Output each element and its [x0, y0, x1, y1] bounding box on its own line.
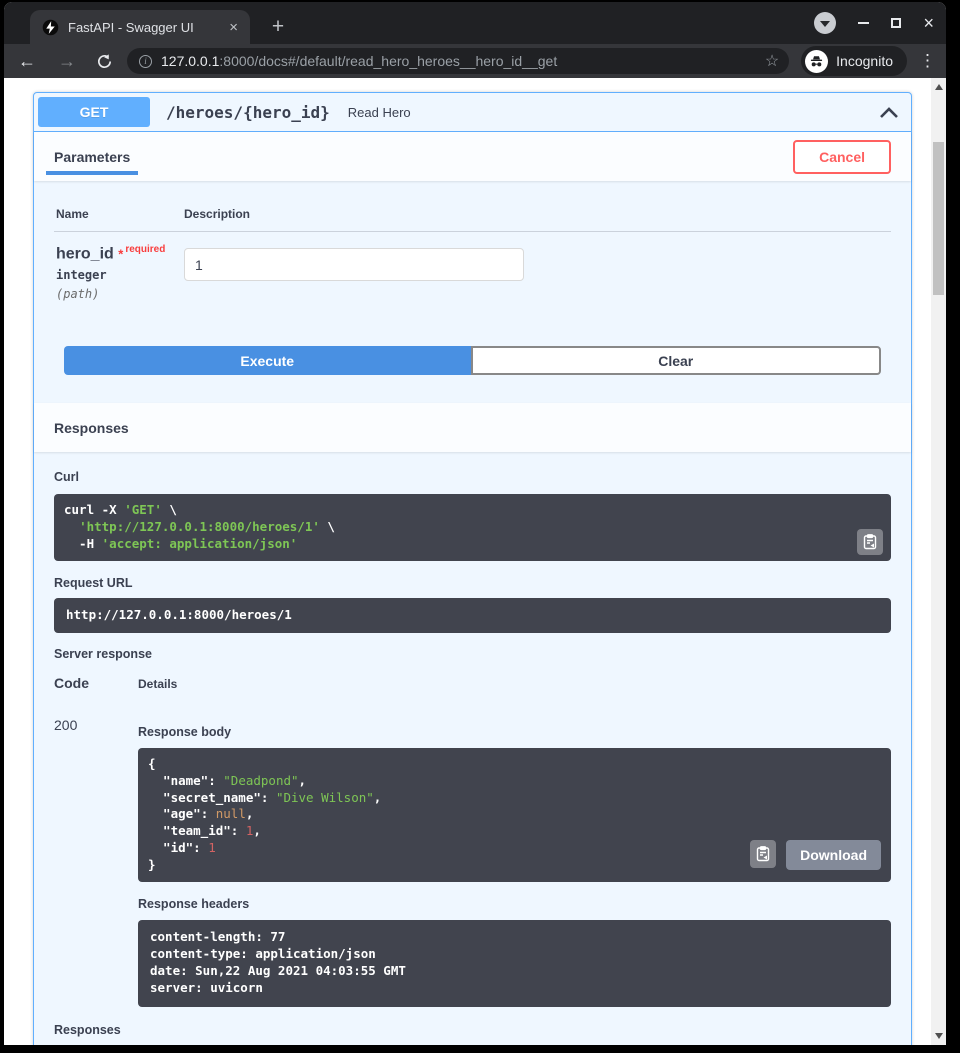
code-header: Code	[54, 675, 138, 691]
parameters-body: Name Description hero_id *required integ…	[34, 181, 911, 403]
minimize-button[interactable]	[858, 22, 869, 24]
parameters-column-headers: Name Description	[54, 201, 891, 232]
browser-status-badge-icon[interactable]	[814, 12, 836, 34]
parameter-type: integer	[56, 268, 184, 282]
curl-command: curl -X 'GET' \ 'http://127.0.0.1:8000/h…	[54, 494, 891, 561]
new-tab-button[interactable]: +	[266, 15, 290, 39]
hero-id-input[interactable]	[184, 248, 524, 281]
active-tab-indicator	[46, 171, 138, 175]
url-host: 127.0.0.1	[161, 53, 219, 69]
parameter-row: hero_id *required integer (path)	[54, 232, 891, 301]
execute-button[interactable]: Execute	[64, 346, 471, 375]
site-info-icon[interactable]: i	[139, 55, 152, 68]
incognito-icon	[805, 50, 828, 73]
parameter-location: (path)	[56, 287, 184, 301]
scroll-down-arrow-icon[interactable]	[935, 1033, 943, 1039]
parameter-value-cell	[184, 244, 524, 301]
operation-summary[interactable]: GET /heroes/{hero_id} Read Hero	[34, 93, 911, 132]
status-code: 200	[54, 717, 138, 733]
reload-button[interactable]	[96, 53, 113, 70]
get-operation-block: GET /heroes/{hero_id} Read Hero Paramete…	[33, 92, 912, 1045]
incognito-badge: Incognito	[801, 46, 907, 76]
tab-strip: FastAPI - Swagger UI × + ×	[4, 2, 946, 44]
response-headers: content-length: 77 content-type: applica…	[138, 920, 891, 1008]
scroll-up-arrow-icon[interactable]	[935, 84, 943, 90]
copy-curl-button[interactable]	[857, 529, 883, 555]
forward-button[interactable]: →	[58, 52, 76, 70]
browser-toolbar: ← → i 127.0.0.1:8000/docs#/default/read_…	[4, 44, 946, 78]
request-url-label: Request URL	[54, 576, 891, 590]
copy-response-button[interactable]	[750, 840, 776, 868]
required-label: required	[125, 244, 165, 255]
parameter-meta: hero_id *required integer (path)	[56, 244, 184, 301]
description-column-header: Description	[184, 207, 250, 221]
response-body-actions: Download	[750, 840, 881, 870]
details-header: Details	[138, 677, 891, 691]
responses-title: Responses	[54, 420, 129, 436]
endpoint-path: /heroes/{hero_id}	[166, 103, 330, 122]
download-button[interactable]: Download	[786, 840, 881, 870]
url-bar[interactable]: i 127.0.0.1:8000/docs#/default/read_hero…	[127, 48, 789, 74]
response-body-json: { "name": "Deadpond", "secret_name": "Di…	[138, 748, 891, 882]
browser-tab[interactable]: FastAPI - Swagger UI ×	[30, 10, 250, 44]
execute-wrapper: Execute Clear	[54, 301, 891, 403]
swagger-page: GET /heroes/{hero_id} Read Hero Paramete…	[4, 78, 931, 1045]
maximize-button[interactable]	[891, 18, 901, 28]
responses-schema-label: Responses	[54, 1023, 891, 1037]
response-headers-label: Response headers	[138, 897, 891, 911]
scrollbar-thumb[interactable]	[933, 142, 944, 295]
parameters-title: Parameters	[54, 149, 130, 165]
endpoint-summary: Read Hero	[348, 105, 411, 120]
cancel-button[interactable]: Cancel	[793, 140, 891, 174]
clear-button[interactable]: Clear	[471, 346, 882, 375]
responses-header: Responses	[34, 403, 911, 452]
url-text: 127.0.0.1:8000/docs#/default/read_hero_h…	[161, 53, 757, 69]
page-scrollbar[interactable]	[931, 78, 946, 1045]
required-star: *	[118, 246, 123, 261]
tab-title: FastAPI - Swagger UI	[68, 20, 227, 35]
details-column: Details Response body { "name": "Deadpon…	[138, 675, 891, 1008]
response-body-label: Response body	[138, 725, 891, 739]
request-url-value: http://127.0.0.1:8000/heroes/1	[54, 598, 891, 633]
incognito-label: Incognito	[836, 53, 893, 69]
url-path: :8000/docs#/default/read_hero_heroes__he…	[219, 53, 557, 69]
collapse-chevron-icon[interactable]	[879, 106, 899, 119]
server-response-label: Server response	[54, 647, 891, 661]
name-column-header: Name	[56, 207, 184, 221]
fastapi-favicon-icon	[42, 19, 59, 36]
window-controls: ×	[814, 2, 934, 44]
bookmark-star-icon[interactable]: ☆	[765, 51, 779, 71]
back-button[interactable]: ←	[18, 52, 36, 70]
server-response-table: Code 200 Details Response body { "name":…	[54, 675, 891, 1008]
parameters-header: Parameters Cancel	[34, 132, 911, 181]
curl-label: Curl	[54, 470, 891, 484]
window-close-button[interactable]: ×	[923, 14, 934, 32]
browser-window: FastAPI - Swagger UI × + × ← → i 127.0.0…	[4, 2, 946, 1045]
http-method-badge: GET	[38, 97, 150, 127]
code-column: Code 200	[54, 675, 138, 1008]
parameter-name: hero_id *required	[56, 244, 184, 263]
responses-body: Curl curl -X 'GET' \ 'http://127.0.0.1:8…	[34, 452, 911, 1045]
tab-close-icon[interactable]: ×	[227, 20, 240, 35]
browser-menu-icon[interactable]: ⋮	[919, 51, 936, 71]
